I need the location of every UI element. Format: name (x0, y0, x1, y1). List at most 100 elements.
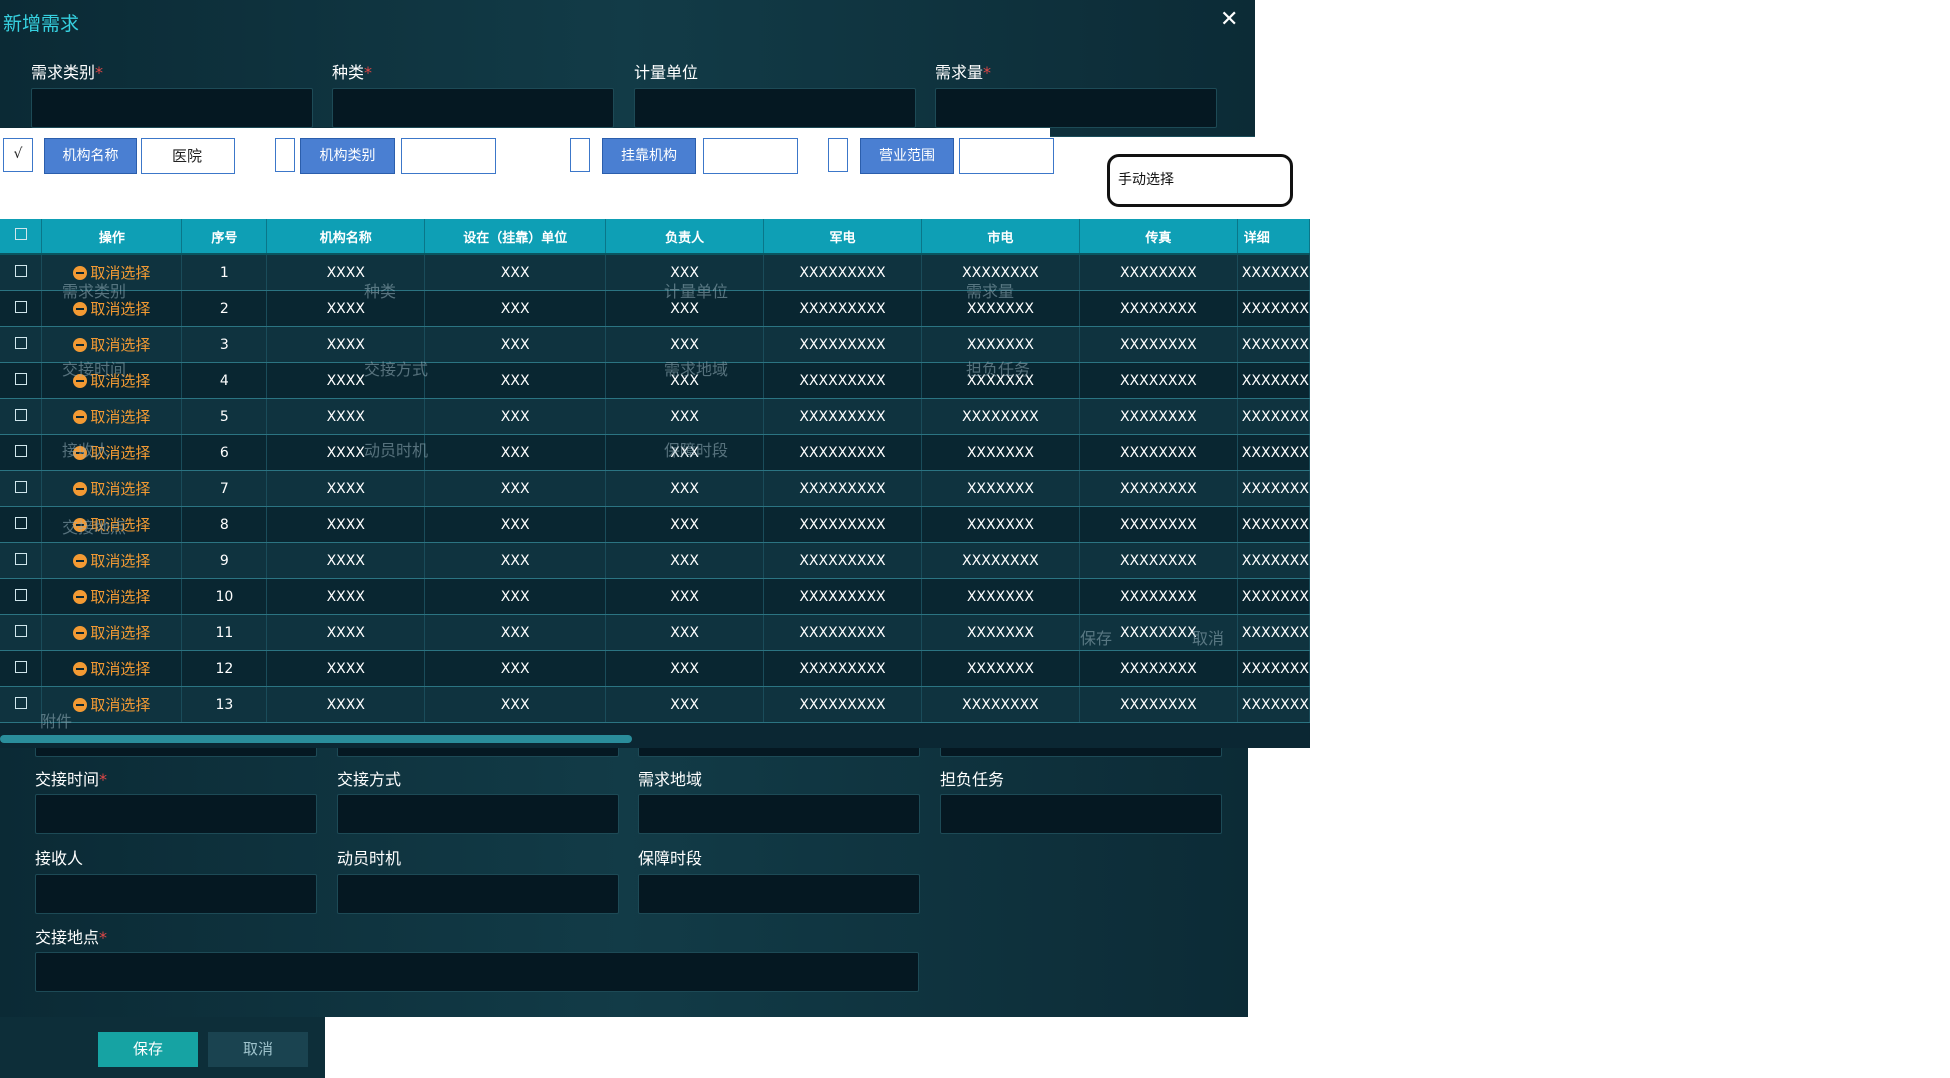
row-checkbox[interactable] (0, 398, 43, 435)
row-checkbox[interactable] (0, 290, 43, 327)
cell-leader: XXX (605, 542, 765, 579)
table-row[interactable]: 取消选择 1 XXXX XXX XXX XXXXXXXXX XXXXXXXX XXXXXXXX… (0, 254, 1310, 291)
row-checkbox[interactable] (0, 686, 43, 723)
cell-fax: XXXXXXXX (1079, 578, 1238, 615)
cell-fax: XXXXXXXX (1079, 290, 1238, 327)
handover-place-input[interactable] (35, 952, 919, 992)
table-row[interactable]: 取消选择 12 XXXX XXX XXX XXXXXXXXX XXXXXXX XXXXXXXX… (0, 650, 1310, 687)
field-label-demand-category: 需求类别* (31, 63, 104, 82)
cell-detail: XXXXXXX (1237, 470, 1310, 507)
receiver-input[interactable] (35, 874, 317, 914)
filter-input-org-name[interactable]: 医院 (141, 138, 235, 174)
cell-org-name: XXXX (266, 470, 426, 507)
filter-button-affiliated[interactable]: 挂靠机构 (602, 138, 696, 174)
table-row[interactable]: 取消选择 8 XXXX XXX XXX XXXXXXXXX XXXXXXX XXXXXXXX X… (0, 506, 1310, 543)
field-label-demand-region: 需求地域 (638, 770, 703, 789)
row-checkbox[interactable] (0, 470, 43, 507)
row-checkbox[interactable] (0, 542, 43, 579)
deselect-action[interactable]: 取消选择 (41, 578, 183, 615)
ghost-label: 保障时段 (664, 441, 729, 460)
table-row[interactable]: 取消选择 13 XXXX XXX XXX XXXXXXXXX XXXXXXXX XXXXXXX… (0, 686, 1310, 723)
ghost-label: 附件 (40, 712, 73, 731)
deselect-action[interactable]: 取消选择 (41, 542, 183, 579)
cell-org-name: XXXX (266, 578, 426, 615)
close-icon[interactable]: ✕ (1220, 7, 1238, 32)
table-row[interactable]: 取消选择 5 XXXX XXX XXX XXXXXXXXX XXXXXXXX XXXXXXXX… (0, 398, 1310, 435)
demand-region-input[interactable] (638, 794, 920, 834)
minus-circle-icon (73, 590, 88, 604)
minus-circle-icon (73, 626, 88, 640)
cell-org-name: XXXX (266, 686, 426, 723)
column-header-fax: 传真 (1079, 219, 1238, 255)
filter-input-org-type[interactable] (401, 138, 496, 174)
cell-fax: XXXXXXXX (1079, 650, 1238, 687)
cell-fax: XXXXXXXX (1079, 506, 1238, 543)
cell-affiliated-unit: XXX (424, 398, 607, 435)
cell-military-phone: XXXXXXXXX (763, 434, 922, 471)
cell-affiliated-unit: XXX (424, 650, 607, 687)
table-row[interactable]: 取消选择 6 XXXX XXX XXX XXXXXXXXX XXXXXXX XXXXXXXX X… (0, 434, 1310, 471)
mobilize-time-input[interactable] (337, 874, 619, 914)
cell-affiliated-unit: XXX (424, 578, 607, 615)
filter-checkbox-business-scope[interactable] (828, 138, 848, 172)
field-label-handover-method: 交接方式 (337, 770, 402, 789)
deselect-action[interactable]: 取消选择 (41, 614, 183, 651)
table-row[interactable]: 取消选择 10 XXXX XXX XXX XXXXXXXXX XXXXXXX XXXXXXXX… (0, 578, 1310, 615)
row-checkbox[interactable] (0, 650, 43, 687)
cell-detail: XXXXXXX (1237, 506, 1310, 543)
filter-checkbox-affiliated[interactable] (570, 138, 590, 172)
cancel-button[interactable]: 取消 (208, 1032, 308, 1067)
filter-button-org-name[interactable]: 机构名称 (44, 138, 137, 174)
kind-input[interactable] (332, 88, 614, 128)
table-row[interactable]: 取消选择 11 XXXX XXX XXX XXXXXXXXX XXXXXXX XXXXXXXX… (0, 614, 1310, 651)
demand-category-input[interactable] (31, 88, 313, 128)
table-row[interactable]: 取消选择 3 XXXX XXX XXX XXXXXXXXX XXXXXXX XXXXXXXX X… (0, 326, 1310, 363)
manual-select-button[interactable]: 手动选择 (1107, 154, 1293, 207)
save-button[interactable]: 保存 (98, 1032, 198, 1067)
deselect-action[interactable]: 取消选择 (41, 650, 183, 687)
cell-index: 12 (181, 650, 268, 687)
table-scrollbar-thumb[interactable] (0, 735, 632, 743)
filter-button-business-scope[interactable]: 营业范围 (860, 138, 954, 174)
cell-index: 10 (181, 578, 268, 615)
cell-detail: XXXXXXX (1237, 290, 1310, 327)
cell-detail: XXXXXXX (1237, 578, 1310, 615)
table-row[interactable]: 取消选择 9 XXXX XXX XXX XXXXXXXXX XXXXXXXX XXXXXXXX… (0, 542, 1310, 579)
ghost-label: 保存 (1080, 629, 1113, 648)
table-row[interactable]: 取消选择 7 XXXX XXX XXX XXXXXXXXX XXXXXXX XXXXXXXX X… (0, 470, 1310, 507)
filter-button-org-type[interactable]: 机构类别 (300, 138, 395, 174)
cell-military-phone: XXXXXXXXX (763, 326, 922, 363)
filter-checkbox-name[interactable]: √ (3, 138, 33, 172)
support-period-input[interactable] (638, 874, 920, 914)
row-checkbox[interactable] (0, 614, 43, 651)
cell-affiliated-unit: XXX (424, 686, 607, 723)
task-input[interactable] (940, 794, 1222, 834)
row-checkbox[interactable] (0, 254, 43, 291)
cell-org-name: XXXX (266, 542, 426, 579)
deselect-action[interactable]: 取消选择 (41, 470, 183, 507)
table-row[interactable]: 取消选择 4 XXXX XXX XXX XXXXXXXXX XXXXXXX XXXXXXXX X… (0, 362, 1310, 399)
filter-checkbox-org-type[interactable] (275, 138, 295, 172)
filter-input-affiliated[interactable] (703, 138, 798, 174)
handover-time-input[interactable] (35, 794, 317, 834)
row-checkbox[interactable] (0, 326, 43, 363)
row-checkbox[interactable] (0, 506, 43, 543)
row-checkbox[interactable] (0, 434, 43, 471)
select-all-checkbox[interactable] (0, 219, 43, 255)
quantity-input[interactable] (935, 88, 1217, 128)
minus-circle-icon (73, 698, 88, 712)
cell-affiliated-unit: XXX (424, 362, 607, 399)
cell-city-phone: XXXXXXXX (921, 398, 1080, 435)
table-row[interactable]: 取消选择 2 XXXX XXX XXX XXXXXXXXX XXXXXXX XXXXXXXX X… (0, 290, 1310, 327)
ghost-label: 交接地点 (62, 518, 127, 537)
cell-index: 11 (181, 614, 268, 651)
cell-affiliated-unit: XXX (424, 506, 607, 543)
row-checkbox[interactable] (0, 578, 43, 615)
cell-org-name: XXXX (266, 506, 426, 543)
cell-leader: XXX (605, 686, 765, 723)
unit-input[interactable] (634, 88, 916, 128)
row-checkbox[interactable] (0, 362, 43, 399)
handover-method-input[interactable] (337, 794, 619, 834)
deselect-action[interactable]: 取消选择 (41, 398, 183, 435)
filter-input-business-scope[interactable] (959, 138, 1054, 174)
